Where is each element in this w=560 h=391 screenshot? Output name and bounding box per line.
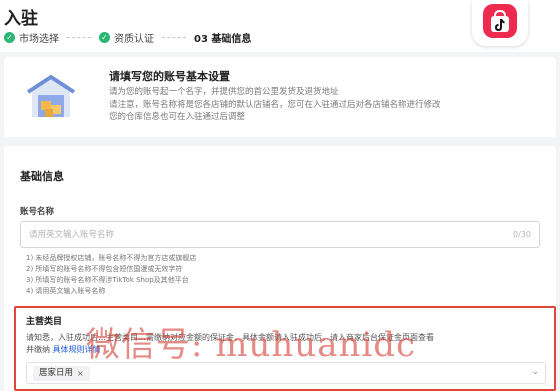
- step-label: 资质认证: [114, 33, 154, 45]
- chevron-down-icon[interactable]: ⌄: [531, 367, 539, 377]
- char-counter: 0/30: [513, 230, 531, 239]
- page-header: 入驻 ✓ 市场选择 ✓ 资质认证 03 基础信息: [0, 0, 560, 52]
- chip-label: 居家日用: [39, 368, 74, 378]
- account-name-input[interactable]: [21, 222, 539, 247]
- close-icon[interactable]: ×: [77, 366, 84, 381]
- section-title: 基础信息: [20, 170, 64, 183]
- warehouse-icon: [24, 71, 78, 123]
- account-name-field[interactable]: 0/30: [20, 221, 540, 248]
- banner-line: 请注意，账号名称将是您各店铺的默认店铺名，您可在入驻通过后对各店铺名称进行修改: [109, 99, 441, 110]
- step-divider: [67, 36, 91, 38]
- banner-title: 请填写您的账号基本设置: [109, 70, 230, 83]
- naming-rules: 1) 未经品牌授权店铺，账号名称不得为官方店或旗舰店 2) 所填写的账号名称不得…: [26, 253, 196, 297]
- check-icon: ✓: [99, 31, 110, 43]
- app-logo: [472, 0, 528, 46]
- check-icon: ✓: [4, 31, 15, 43]
- step-qualification[interactable]: ✓ 资质认证: [99, 30, 154, 45]
- step-label: 市场选择: [19, 33, 59, 45]
- account-name-label: 账号名称: [20, 207, 55, 217]
- step-divider: [162, 36, 186, 38]
- page-title: 入驻: [4, 9, 38, 29]
- category-chip: 居家日用 ×: [33, 366, 90, 381]
- banner-line: 请为您的账号起一个名字，并提供您的首公里发货及退货地址: [109, 87, 339, 97]
- rule-item: 2) 所填写的账号名称不得包含短信国漫或无效字符: [26, 265, 183, 273]
- banner-line: 您的仓库信息也可在入驻通过后调整: [109, 112, 246, 122]
- info-banner: 请填写您的账号基本设置 请为您的账号起一个名字，并提供您的首公里发货及退货地址 …: [4, 57, 556, 137]
- watermark-text: 微信号: muhuanidc: [86, 325, 417, 365]
- progress-steps: ✓ 市场选择 ✓ 资质认证 03 基础信息: [4, 30, 251, 45]
- category-desc-text: 并缴纳: [26, 345, 50, 354]
- category-title: 主营类目: [26, 317, 63, 327]
- banner-description: 请为您的账号起一个名字，并提供您的首公里发货及退货地址 请注意，账号名称将是您各…: [109, 86, 441, 124]
- rule-item: 1) 未经品牌授权店铺，账号名称不得为官方店或旗舰店: [26, 254, 197, 262]
- rule-item: 4) 请用英文输入账号名称: [26, 287, 106, 295]
- step-label: 03 基础信息: [194, 33, 252, 45]
- step-basic-info: 03 基础信息: [194, 30, 251, 45]
- shop-bag-icon: [483, 4, 517, 38]
- rule-item: 3) 所填写的账号名称不得涉TikTok Shop及其他平台: [26, 276, 189, 284]
- step-market[interactable]: ✓ 市场选择: [4, 30, 59, 45]
